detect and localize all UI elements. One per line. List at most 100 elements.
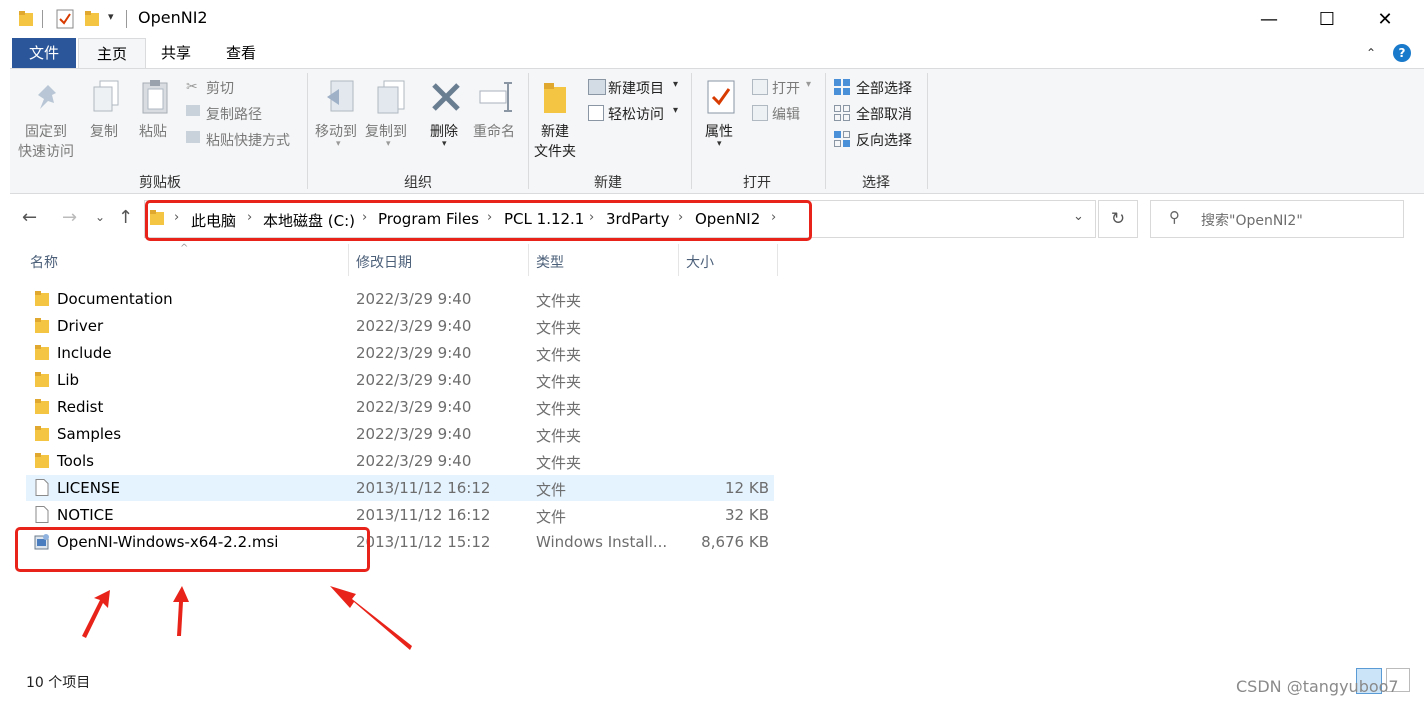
column-header-size[interactable]: 大小 (686, 252, 714, 272)
chevron-down-icon: ▾ (673, 79, 679, 90)
list-item[interactable]: NOTICE 2013/11/12 16:12 文件 32 KB (26, 502, 774, 528)
file-date: 2022/3/29 9:40 (356, 344, 472, 362)
column-separator[interactable] (348, 244, 349, 276)
scissors-icon: ✂ (186, 79, 198, 95)
select-all-button[interactable]: 全部选择 (856, 78, 912, 98)
minimize-button[interactable]: — (1240, 0, 1298, 38)
file-icon (35, 479, 49, 496)
file-type: 文件夹 (536, 292, 582, 310)
cut-button[interactable]: 剪切 (206, 78, 234, 98)
paste-button[interactable]: 粘贴 (139, 121, 167, 141)
new-folder-label-1[interactable]: 新建 (541, 121, 569, 141)
close-button[interactable]: ✕ (1356, 0, 1414, 38)
back-button[interactable]: ← (22, 207, 37, 228)
file-name: Samples (57, 425, 122, 443)
folder-icon (19, 11, 33, 26)
column-header-date[interactable]: 修改日期 (356, 252, 412, 272)
list-item[interactable]: Lib 2022/3/29 9:40 文件夹 (26, 367, 774, 393)
list-item[interactable]: Documentation 2022/3/29 9:40 文件夹 (26, 286, 774, 312)
status-item-count: 10 个项目 (26, 675, 91, 691)
tab-view[interactable]: 查看 (212, 38, 270, 68)
list-item[interactable]: Driver 2022/3/29 9:40 文件夹 (26, 313, 774, 339)
properties-button[interactable]: 属性 (705, 121, 733, 141)
open-button[interactable]: 打开 (772, 78, 800, 98)
search-placeholder: 搜索"OpenNI2" (1201, 213, 1303, 229)
list-item[interactable]: Tools 2022/3/29 9:40 文件夹 (26, 448, 774, 474)
paste-icon (142, 80, 168, 114)
search-input[interactable]: ⚲ 搜索"OpenNI2" (1150, 200, 1404, 238)
chevron-down-icon: ▾ (673, 105, 679, 116)
up-button[interactable]: ↑ (118, 207, 133, 228)
sort-ascending-icon: ^ (180, 243, 189, 254)
group-separator (691, 73, 692, 189)
search-icon: ⚲ (1169, 208, 1180, 226)
file-size: 8,676 KB (701, 533, 769, 551)
invert-selection-button[interactable]: 反向选择 (856, 130, 912, 150)
file-date: 2013/11/12 15:12 (356, 533, 491, 551)
file-name: Documentation (57, 290, 173, 308)
tab-share[interactable]: 共享 (148, 38, 204, 68)
easy-access-button[interactable]: 轻松访问 (608, 104, 664, 124)
copy-to-button[interactable]: 复制到 (365, 121, 407, 141)
group-label-clipboard: 剪贴板 (139, 175, 181, 191)
open-icon (752, 79, 768, 95)
refresh-button[interactable]: ↻ (1098, 200, 1138, 238)
column-header-type[interactable]: 类型 (536, 252, 564, 272)
pin-quick-access-label-2[interactable]: 快速访问 (18, 141, 74, 161)
rename-button[interactable]: 重命名 (473, 121, 515, 141)
column-separator[interactable] (777, 244, 778, 276)
help-icon[interactable]: ? (1393, 44, 1411, 62)
new-item-button[interactable]: 新建项目 (608, 78, 664, 98)
group-label-select: 选择 (862, 175, 890, 191)
edit-icon (752, 105, 768, 121)
file-type: 文件夹 (536, 346, 582, 364)
maximize-button[interactable]: ☐ (1298, 0, 1356, 38)
list-item[interactable]: LICENSE 2013/11/12 16:12 文件 12 KB (26, 475, 774, 501)
delete-button[interactable]: 删除 (430, 121, 458, 141)
properties-qat-icon[interactable] (56, 9, 74, 29)
address-dropdown-icon[interactable]: ⌄ (1073, 209, 1084, 224)
tab-file[interactable]: 文件 (12, 38, 76, 68)
copy-button[interactable]: 复制 (90, 121, 118, 141)
column-separator[interactable] (528, 244, 529, 276)
file-type: Windows Install... (536, 533, 668, 551)
new-folder-qat-icon[interactable] (84, 10, 100, 28)
file-type: 文件夹 (536, 454, 582, 472)
file-name: Driver (57, 317, 104, 335)
copy-icon (93, 80, 119, 112)
list-item[interactable]: Samples 2022/3/29 9:40 文件夹 (26, 421, 774, 447)
new-folder-label-2[interactable]: 文件夹 (534, 141, 576, 161)
column-separator[interactable] (678, 244, 679, 276)
paste-shortcut-button[interactable]: 粘贴快捷方式 (206, 130, 290, 150)
tab-home[interactable]: 主页 (78, 38, 146, 70)
pin-icon (38, 85, 56, 109)
select-none-button[interactable]: 全部取消 (856, 104, 912, 124)
recent-locations-chevron-icon[interactable]: ⌄ (95, 210, 105, 224)
list-item[interactable]: Redist 2022/3/29 9:40 文件夹 (26, 394, 774, 420)
file-type: 文件 (536, 508, 567, 526)
pin-quick-access-label-1[interactable]: 固定到 (25, 121, 67, 141)
ribbon: 固定到 快速访问 复制 粘贴 ✂ 剪切 复制路径 粘贴快捷方式 剪贴板 移动到 … (10, 68, 1424, 194)
file-type: 文件夹 (536, 319, 582, 337)
qat-dropdown-icon[interactable]: ▾ (108, 10, 114, 23)
copy-path-icon (186, 105, 200, 116)
divider (42, 10, 43, 28)
forward-button[interactable]: → (62, 207, 77, 228)
group-label-new: 新建 (594, 175, 622, 191)
collapse-ribbon-icon[interactable]: ⌃ (1366, 46, 1376, 60)
move-to-icon (327, 80, 354, 112)
list-item[interactable]: Include 2022/3/29 9:40 文件夹 (26, 340, 774, 366)
file-icon (35, 506, 49, 523)
column-header-name[interactable]: 名称 (30, 252, 58, 272)
file-size: 32 KB (725, 506, 769, 524)
select-none-icon (834, 105, 850, 121)
select-all-icon (834, 79, 850, 95)
file-date: 2022/3/29 9:40 (356, 398, 472, 416)
move-to-button[interactable]: 移动到 (315, 121, 357, 141)
edit-button[interactable]: 编辑 (772, 104, 800, 124)
group-label-organize: 组织 (404, 175, 432, 191)
new-folder-icon (544, 83, 566, 113)
copy-path-button[interactable]: 复制路径 (206, 104, 262, 124)
file-date: 2022/3/29 9:40 (356, 371, 472, 389)
file-size: 12 KB (725, 479, 769, 497)
